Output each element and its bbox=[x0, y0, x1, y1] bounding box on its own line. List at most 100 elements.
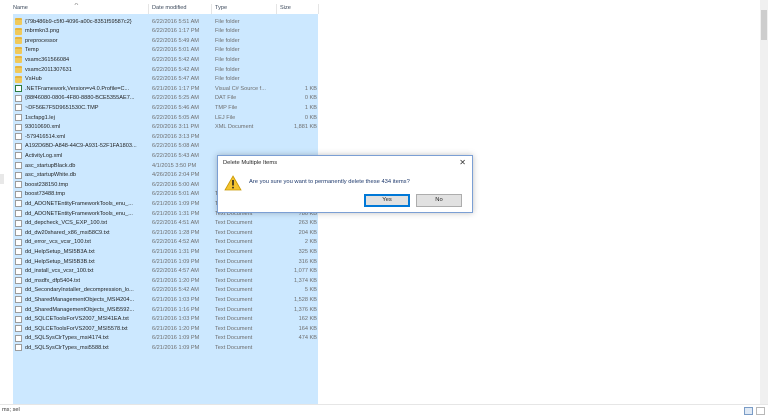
file-date-modified: 6/22/2016 5:08 AM bbox=[152, 143, 199, 150]
file-row[interactable]: dd_SharedManagementObjects_MSI5592... 6/2… bbox=[13, 305, 318, 315]
file-date-modified: 6/22/2016 5:43 AM bbox=[152, 152, 199, 159]
file-row[interactable]: 93010690.xml 6/20/2016 3:11 PM XML Documen… bbox=[13, 123, 318, 133]
file-size: 1,376 KB bbox=[293, 306, 317, 313]
file-row[interactable]: Temp 6/22/2016 5:01 AM File folder bbox=[13, 46, 318, 56]
file-name: {79b486b9-c5f0-4096-a00c-8351f59587c2} bbox=[25, 18, 132, 25]
file-row[interactable]: dd_depcheck_VCS_EXP_100.txt 6/22/2016 4:5… bbox=[13, 219, 318, 229]
text-document-icon bbox=[15, 200, 22, 208]
document-icon bbox=[15, 171, 22, 179]
file-size: 1,077 KB bbox=[293, 268, 317, 275]
file-name: dd_ADONETEntityFrameworkTools_enu_... bbox=[25, 210, 133, 217]
file-name: dd_SharedManagementObjects_MSI4204... bbox=[25, 296, 135, 303]
file-date-modified: 6/21/2016 1:20 PM bbox=[152, 277, 200, 284]
file-row[interactable]: A192D6BD-A848-44C9-A931-52F1FA1803... 6/2… bbox=[13, 142, 318, 152]
file-name: dd_SecondaryInstaller_decompression_lo..… bbox=[25, 287, 134, 294]
yes-button[interactable]: Yes bbox=[364, 194, 410, 207]
left-edge-marker bbox=[0, 174, 4, 184]
file-name: dd_HelpSetup_MSI5B3A.txt bbox=[25, 248, 95, 255]
vertical-scrollbar[interactable] bbox=[760, 0, 768, 406]
file-name: dd_SQLCEToolsForVS2007_MSI5578.txt bbox=[25, 325, 128, 332]
file-date-modified: 6/20/2016 3:13 PM bbox=[152, 133, 200, 140]
file-type: File folder bbox=[215, 28, 240, 35]
file-row[interactable]: dd_HelpSetup_MSI5B3B.txt 6/21/2016 1:09 P… bbox=[13, 257, 318, 267]
delete-confirm-dialog: Delete Multiple Items ✕ Are you sure you… bbox=[217, 155, 473, 213]
file-name: 93010690.xml bbox=[25, 124, 61, 131]
document-icon bbox=[15, 142, 22, 150]
file-name: 1scfapg1.lej bbox=[25, 114, 55, 121]
file-row[interactable]: ~DF56E7F5D9651530C.TMP 6/22/2016 5:46 AM T… bbox=[13, 103, 318, 113]
file-row[interactable]: {88f46080-0806-4F80-8880-BCE5355AE7... 6/… bbox=[13, 94, 318, 104]
file-date-modified: 6/21/2016 1:17 PM bbox=[152, 85, 200, 92]
file-name: dd_SharedManagementObjects_MSI5592... bbox=[25, 306, 135, 313]
file-row[interactable]: 1scfapg1.lej 6/22/2016 5:05 AM LEJ File 0 K… bbox=[13, 113, 318, 123]
file-size: 5 KB bbox=[304, 287, 317, 294]
file-row[interactable]: vsamc2011307631 6/22/2016 5:42 AM File fol… bbox=[13, 65, 318, 75]
file-row[interactable]: dd_msdfx_dfp5404.txt 6/21/2016 1:20 PM Tex… bbox=[13, 276, 318, 286]
file-size: 1,374 KB bbox=[293, 277, 317, 284]
file-name: mbrmkn3.png bbox=[25, 28, 60, 35]
file-name: ~DF56E7F5D9651530C.TMP bbox=[25, 104, 99, 111]
column-header-name[interactable]: Name bbox=[13, 5, 28, 11]
file-name: {88f46080-0806-4F80-8880-BCE5355AE7... bbox=[25, 95, 135, 102]
text-document-icon bbox=[15, 210, 22, 217]
file-row[interactable]: dd_HelpSetup_MSI5B3A.txt 6/21/2016 1:31 P… bbox=[13, 247, 318, 257]
file-row[interactable]: dd_SQLCEToolsForVS2007_MSI41EA.txt 6/21/2… bbox=[13, 315, 318, 325]
column-header-type[interactable]: Type bbox=[215, 5, 227, 11]
file-size: 1,881 KB bbox=[293, 124, 317, 131]
large-icons-view-icon[interactable] bbox=[756, 407, 765, 415]
file-row[interactable]: dd_SQLSysClrTypes_msi5588.txt 6/21/2016 1… bbox=[13, 343, 318, 353]
column-divider[interactable] bbox=[211, 4, 212, 14]
text-document-icon bbox=[15, 286, 22, 294]
status-text: ms; sel bbox=[2, 407, 20, 413]
file-name: vsamc361566084 bbox=[25, 56, 70, 63]
file-row[interactable]: VsHub 6/22/2016 5:47 AM File folder bbox=[13, 75, 318, 85]
file-row[interactable]: dd_SQLSysClrTypes_msi4174.txt 6/21/2016 1… bbox=[13, 334, 318, 344]
scrollbar-thumb[interactable] bbox=[761, 10, 767, 40]
close-icon[interactable]: ✕ bbox=[459, 158, 466, 167]
file-row[interactable]: dd_install_vcs_vcsr_100.txt 6/22/2016 4:5… bbox=[13, 267, 318, 277]
column-header-date[interactable]: Date modified bbox=[152, 5, 187, 11]
folder-icon bbox=[15, 37, 22, 45]
file-row[interactable]: dd_SecondaryInstaller_decompression_lo..… bbox=[13, 286, 318, 296]
file-date-modified: 6/22/2016 4:51 AM bbox=[152, 220, 199, 227]
file-row[interactable]: {79b486b9-c5f0-4096-a00c-8351f59587c2} 6/… bbox=[13, 17, 318, 27]
file-date-modified: 6/21/2016 1:09 PM bbox=[152, 344, 200, 351]
folder-icon bbox=[15, 75, 22, 83]
file-row[interactable]: .NETFramework,Version=v4.0.Profile=C... 6… bbox=[13, 84, 318, 94]
file-size: 204 KB bbox=[298, 229, 317, 236]
file-row[interactable]: dd_dw20shared_x86_msi58C9.txt 6/21/2016 1… bbox=[13, 228, 318, 238]
no-button[interactable]: No bbox=[416, 194, 462, 207]
details-view-icon[interactable] bbox=[744, 407, 753, 415]
file-name: dd_SQLCEToolsForVS2007_MSI41EA.txt bbox=[25, 316, 129, 323]
document-icon bbox=[15, 114, 22, 121]
text-document-icon bbox=[15, 306, 22, 313]
file-date-modified: 6/22/2016 4:57 AM bbox=[152, 268, 199, 275]
file-row[interactable]: preprocessor 6/22/2016 5:49 AM File folder bbox=[13, 36, 318, 46]
text-document-icon bbox=[15, 258, 22, 265]
file-row[interactable]: dd_SQLCEToolsForVS2007_MSI5578.txt 6/21/2… bbox=[13, 324, 318, 334]
file-row[interactable]: -579416514.xml 6/20/2016 3:13 PM bbox=[13, 132, 318, 142]
file-date-modified: 6/21/2016 1:31 PM bbox=[152, 248, 200, 255]
column-divider[interactable] bbox=[276, 4, 277, 14]
file-row[interactable]: dd_error_vcs_vcsr_100.txt 6/22/2016 4:52 … bbox=[13, 238, 318, 248]
file-name: .NETFramework,Version=v4.0.Profile=C... bbox=[25, 85, 130, 92]
file-date-modified: 6/22/2016 5:05 AM bbox=[152, 114, 199, 121]
column-header-row: ^ Name Date modified Type Size bbox=[0, 3, 768, 14]
file-name: -579416514.xml bbox=[25, 133, 66, 140]
file-type: File folder bbox=[215, 56, 240, 63]
file-date-modified: 6/21/2016 1:28 PM bbox=[152, 229, 200, 236]
file-date-modified: 6/22/2016 5:01 AM bbox=[152, 191, 199, 198]
file-name: dd_dw20shared_x86_msi58C9.txt bbox=[25, 229, 110, 236]
column-divider[interactable] bbox=[318, 4, 319, 14]
file-size: 2 KB bbox=[304, 239, 317, 246]
document-icon bbox=[15, 133, 22, 141]
file-row[interactable]: dd_SharedManagementObjects_MSI4204... 6/2… bbox=[13, 295, 318, 305]
column-header-size[interactable]: Size bbox=[280, 5, 291, 11]
folder-icon bbox=[15, 46, 22, 54]
text-document-icon bbox=[15, 219, 22, 227]
file-row[interactable]: mbrmkn3.png 6/22/2016 1:17 PM File folder bbox=[13, 27, 318, 37]
warning-icon bbox=[224, 175, 242, 191]
column-divider[interactable] bbox=[148, 4, 149, 14]
file-size: 1,528 KB bbox=[293, 296, 317, 303]
file-row[interactable]: vsamc361566084 6/22/2016 5:42 AM File fold… bbox=[13, 55, 318, 65]
